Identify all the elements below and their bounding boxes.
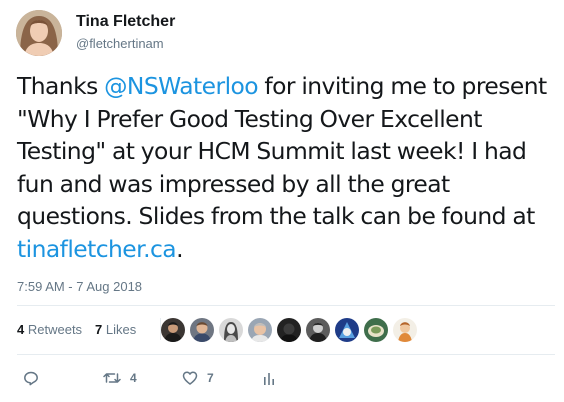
url-link[interactable]: tinafletcher.ca <box>17 235 177 263</box>
retweet-count: 4 <box>130 371 137 385</box>
liker-avatar[interactable] <box>393 318 417 342</box>
reply-icon <box>23 370 39 386</box>
liker-avatar[interactable] <box>219 318 243 342</box>
author-handle[interactable]: @fletchertinam <box>76 36 164 51</box>
retweets-label: Retweets <box>27 322 83 337</box>
mention-link[interactable]: @NSWaterloo <box>104 72 259 100</box>
divider <box>17 305 555 306</box>
tweet-text-start: Thanks <box>17 72 105 100</box>
tweet-text-end: . <box>176 234 183 263</box>
retweet-icon <box>103 370 121 386</box>
retweets-count: 4 <box>17 322 25 337</box>
liker-avatar[interactable] <box>277 318 301 342</box>
like-button[interactable]: 7 <box>182 368 214 388</box>
tweet-actions: 4 7 <box>17 368 317 388</box>
liker-avatar[interactable] <box>364 318 388 342</box>
analytics-button[interactable] <box>262 368 276 388</box>
tweet-text: Thanks @NSWaterloo for inviting me to pr… <box>17 70 557 265</box>
heart-icon <box>182 370 198 386</box>
divider <box>17 354 555 355</box>
likes-stat[interactable]: 7 Likes <box>95 322 136 337</box>
liker-avatar[interactable] <box>190 318 214 342</box>
retweet-button[interactable]: 4 <box>103 368 137 388</box>
likes-label: Likes <box>105 322 137 337</box>
retweets-stat[interactable]: 4 Retweets <box>17 322 82 337</box>
like-count: 7 <box>207 371 214 385</box>
analytics-icon <box>262 370 276 386</box>
liker-avatar[interactable] <box>248 318 272 342</box>
author-name[interactable]: Tina Fletcher <box>76 13 175 31</box>
reply-button[interactable] <box>23 368 39 388</box>
author-avatar[interactable] <box>16 10 62 56</box>
liker-avatar[interactable] <box>335 318 359 342</box>
likes-count: 7 <box>95 322 103 337</box>
tweet-timestamp[interactable]: 7:59 AM - 7 Aug 2018 <box>17 279 142 294</box>
liker-avatar[interactable] <box>161 318 185 342</box>
liker-avatar[interactable] <box>306 318 330 342</box>
tweet: Tina Fletcher @fletchertinam Thanks @NSW… <box>0 0 564 402</box>
